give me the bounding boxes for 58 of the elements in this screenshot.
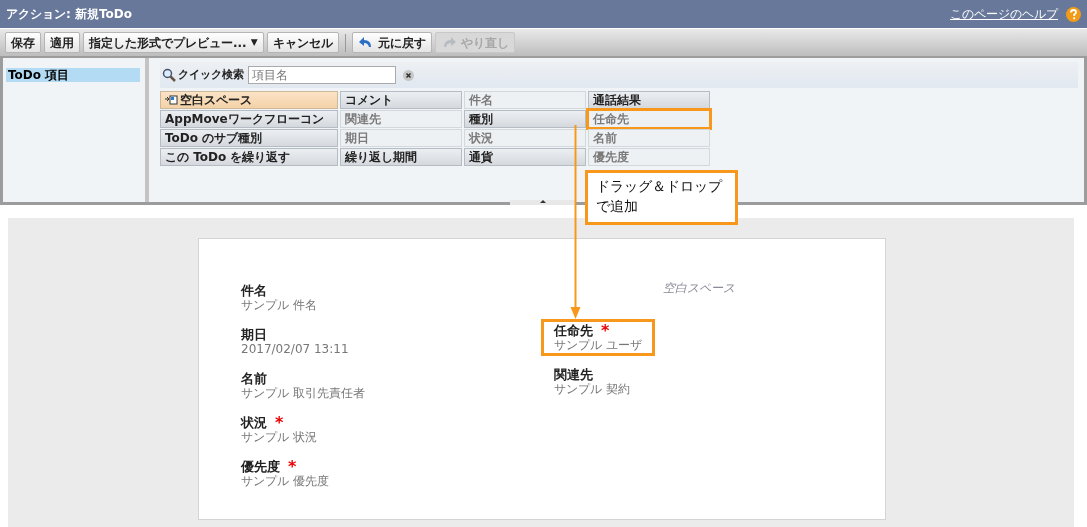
field-item[interactable]: 繰り返し期間 [340,148,462,166]
field-item[interactable]: 優先度 [588,148,710,166]
help-link[interactable]: このページのヘルプ [950,5,1058,23]
blank-space-icon [165,95,178,105]
layout-field[interactable]: 関連先 サンプル 契約 [551,363,633,400]
field-label: 任命先 [554,323,593,338]
field-value: サンプル ユーザ [554,338,642,352]
window-title: アクション: 新規ToDo [6,6,133,23]
sidebar-item[interactable]: ToDo 項目 [6,68,140,82]
field-item[interactable]: 期日 [340,129,462,147]
field-label: 期日 [241,327,267,342]
field-item[interactable]: 通話結果 [588,91,710,109]
field-value: サンプル 契約 [554,382,630,396]
field-item[interactable]: 任命先 [588,110,710,128]
field-label: 件名 [241,283,267,298]
blank-space-item[interactable]: 空白スペース [160,91,338,109]
clear-icon[interactable] [403,69,414,81]
undo-button[interactable]: 元に戻す [351,32,432,53]
layout-field[interactable]: 優先度 * サンプル 優先度 [238,455,332,492]
field-item[interactable]: ToDo のサブ種別 [160,129,338,147]
callout: ドラッグ＆ドロップで追加 [585,170,738,225]
layout-field[interactable]: 任命先 * サンプル ユーザ [541,319,655,356]
field-value: サンプル 優先度 [241,474,329,488]
field-value: サンプル 状況 [241,430,317,444]
field-item[interactable]: コメント [340,91,462,109]
undo-arrow-icon [357,35,374,50]
field-item[interactable]: 件名 [464,91,586,109]
blank-space-slot[interactable]: 空白スペース [663,279,735,297]
field-label: 優先度 [241,459,280,474]
layout-field[interactable]: 件名 サンプル 件名 [238,279,320,316]
toolbar-button[interactable]: 保存 [5,32,41,53]
field-item[interactable]: 通貨 [464,148,586,166]
field-item[interactable]: この ToDo を繰り返す [160,148,338,166]
field-item[interactable]: 関連先 [340,110,462,128]
search-field[interactable]: 項目名 [248,66,396,84]
field-label: 関連先 [554,367,593,382]
field-label: 名前 [241,371,267,386]
layout-field[interactable]: 状況 * サンプル 状況 [238,411,320,448]
toolbar-button[interactable]: キャンセル [266,32,339,53]
search-icon [162,68,176,82]
help-icon[interactable] [1066,6,1081,22]
required-mark: * [288,459,297,474]
search-label: クイック検索 [178,66,244,83]
layout-field[interactable]: 期日 2017/02/07 13:11 [238,323,352,360]
required-mark: * [601,323,610,338]
layout-field[interactable]: 名前 サンプル 取引先責任者 [238,367,368,404]
toolbar-button[interactable]: 適用 [44,32,80,53]
field-label: 状況 [241,415,267,430]
field-value: 2017/02/07 13:11 [241,342,349,356]
preview-dropdown[interactable]: 指定した形式でプレビュー... ▼ [83,32,264,53]
required-mark: * [275,415,284,430]
field-value: サンプル 件名 [241,298,317,312]
field-item[interactable]: 名前 [588,129,710,147]
collapse-handle[interactable] [509,200,576,205]
field-item[interactable]: AppMoveワークフローコン [160,110,338,128]
field-value: サンプル 取引先責任者 [241,386,365,400]
field-item[interactable]: 状況 [464,129,586,147]
field-item[interactable]: 種別 [464,110,586,128]
